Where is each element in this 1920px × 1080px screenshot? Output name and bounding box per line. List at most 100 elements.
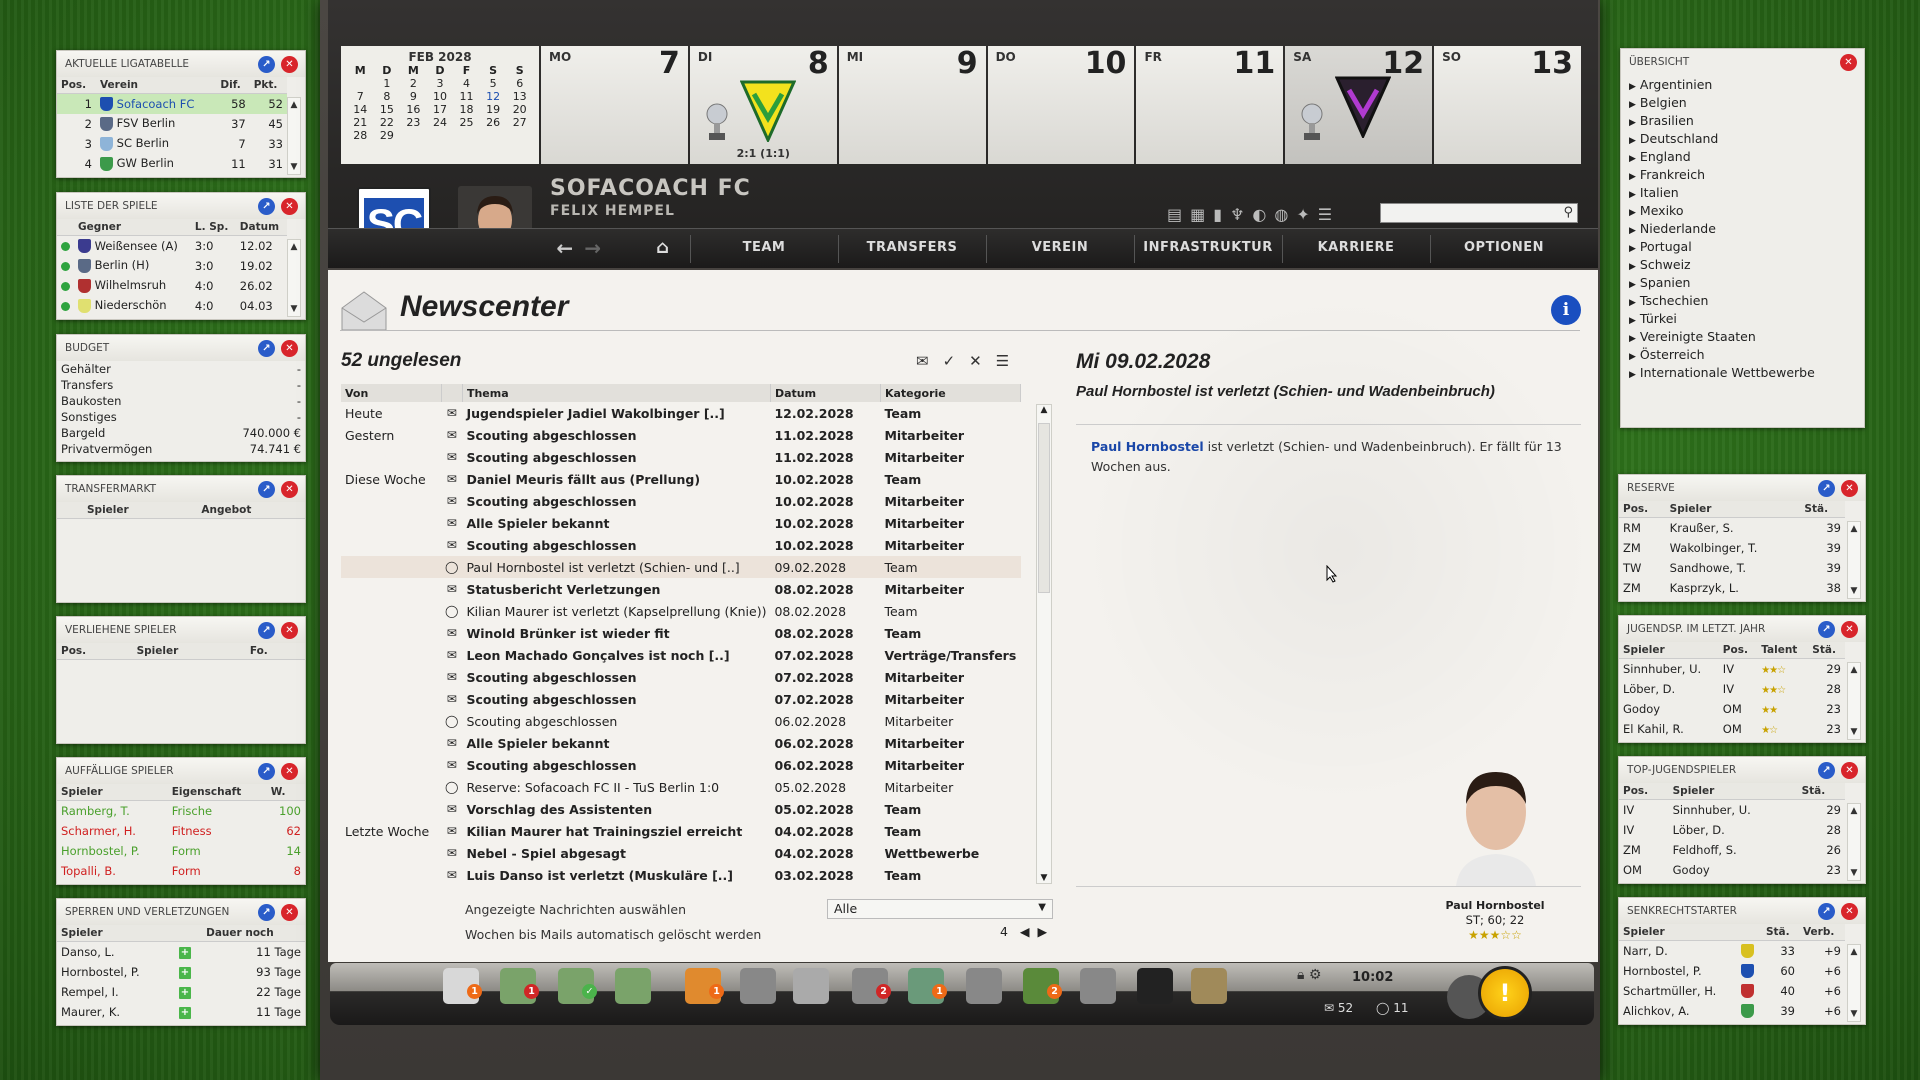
budget-row[interactable]: Bargeld 740.000 € xyxy=(57,425,305,441)
pin-icon[interactable]: ↗ xyxy=(258,56,275,73)
game-row[interactable]: Weißensee (A) 3:0 12.02 xyxy=(57,236,287,256)
close-icon[interactable]: ✕ xyxy=(1841,480,1858,497)
database-icon[interactable]: ☰ xyxy=(1318,205,1332,224)
pin-icon[interactable]: ↗ xyxy=(258,340,275,357)
calendar-date[interactable]: 11 xyxy=(453,90,480,103)
filter-select[interactable]: Alle ▼ xyxy=(827,899,1053,919)
calendar-date[interactable]: 13 xyxy=(506,90,533,103)
calendar-date[interactable]: 6 xyxy=(506,77,533,90)
player-portrait[interactable] xyxy=(1452,760,1540,886)
nav-verein[interactable]: VEREIN xyxy=(986,229,1134,269)
close-icon[interactable]: ✕ xyxy=(1841,762,1858,779)
back-arrow-icon[interactable]: ← xyxy=(550,229,580,269)
budget-row[interactable]: Sonstiges - xyxy=(57,409,305,425)
mark-all-read-icon[interactable]: ✓ xyxy=(943,352,956,370)
nav-karriere[interactable]: KARRIERE xyxy=(1282,229,1430,269)
calendar-date[interactable]: 28 xyxy=(347,129,374,142)
overview-item[interactable]: Deutschland xyxy=(1629,131,1856,149)
scrollbar[interactable]: ▲ ▼ xyxy=(287,97,301,175)
player-row[interactable]: Hornbostel, P. +93 Tage xyxy=(57,962,305,982)
day-monday[interactable]: MO 7 xyxy=(541,46,688,164)
news-row[interactable]: ✉ Alle Spieler bekannt 10.02.2028 Mitarbeit… xyxy=(341,512,1021,534)
overview-item[interactable]: Österreich xyxy=(1629,347,1856,365)
news-row[interactable]: ✉ Vorschlag des Assistenten 05.02.2028 Team xyxy=(341,798,1021,820)
calendar-date[interactable]: 17 xyxy=(427,103,454,116)
calendar-date[interactable]: 19 xyxy=(480,103,507,116)
mini-calendar[interactable]: FEB 2028 M D M D F S S 1 2 3 4 5 6 7 8 9 10 11 12 13 14 15 16 1… xyxy=(341,46,539,164)
news-row[interactable]: Diese Woche ✉ Daniel Meuris fällt aus (Pre… xyxy=(341,468,1021,490)
game-row[interactable]: Niederschön 4:0 04.03 xyxy=(57,296,287,316)
weeks-stepper[interactable]: 4 ◀ ▶ xyxy=(1000,924,1047,939)
news-row[interactable]: ✉ Statusbericht Verletzungen 08.02.2028 Mit… xyxy=(341,578,1021,600)
player-row[interactable]: Maurer, K. +11 Tage xyxy=(57,1002,305,1022)
pin-icon[interactable]: ↗ xyxy=(258,622,275,639)
news-icon[interactable]: ▤ xyxy=(1167,205,1182,224)
calendar-date[interactable]: 7 xyxy=(347,90,374,103)
calendar-date[interactable]: 23 xyxy=(400,116,427,129)
player-row[interactable]: RM Kraußer, S. 39 xyxy=(1619,518,1845,538)
player-row[interactable]: ZM Wakolbinger, T. 39 xyxy=(1619,538,1845,558)
news-row[interactable]: ◯ Paul Hornbostel ist verletzt (Schien- u… xyxy=(341,556,1021,578)
player-row[interactable]: Ramberg, T. Frische 100 xyxy=(57,801,305,821)
calendar-date[interactable]: 22 xyxy=(374,116,401,129)
budget-row[interactable]: Baukosten - xyxy=(57,393,305,409)
calendar-date[interactable]: 2 xyxy=(400,77,427,90)
day-sunday[interactable]: SO 13 xyxy=(1434,46,1582,164)
news-row[interactable]: ✉ Luis Danso ist verletzt (Muskuläre [..]… xyxy=(341,864,1021,884)
player-row[interactable]: Narr, D. 33 +9 xyxy=(1619,941,1845,961)
news-row[interactable]: ✉ Alle Spieler bekannt 06.02.2028 Mitarbeit… xyxy=(341,732,1021,754)
close-icon[interactable]: ✕ xyxy=(281,622,298,639)
calendar-date[interactable]: 14 xyxy=(347,103,374,116)
calendar-date[interactable]: 18 xyxy=(453,103,480,116)
calendar-date[interactable]: 4 xyxy=(453,77,480,90)
pin-icon[interactable]: ↗ xyxy=(258,763,275,780)
pin-icon[interactable]: ↗ xyxy=(1818,903,1835,920)
calendar-date[interactable]: 10 xyxy=(427,90,454,103)
table-row[interactable]: 4 GW Berlin 11 31 xyxy=(57,154,287,174)
overview-item[interactable]: Brasilien xyxy=(1629,113,1856,131)
globe-icon[interactable]: ◍ xyxy=(1274,205,1288,224)
calendar-date[interactable]: 1 xyxy=(374,77,401,90)
overview-item[interactable]: Niederlande xyxy=(1629,221,1856,239)
dock-shortcut-icon[interactable] xyxy=(1137,968,1173,1004)
calendar-date[interactable]: 29 xyxy=(374,129,401,142)
overview-item[interactable]: Internationale Wettbewerbe xyxy=(1629,365,1856,383)
player-row[interactable]: Rempel, I. +22 Tage xyxy=(57,982,305,1002)
col-category[interactable]: Kategorie xyxy=(880,384,1022,402)
calendar-date[interactable]: 16 xyxy=(400,103,427,116)
player-row[interactable]: Topalli, B. Form 8 xyxy=(57,861,305,881)
calendar-date[interactable]: 8 xyxy=(374,90,401,103)
player-row[interactable]: Sinnhuber, U. IV ★★☆ 29 xyxy=(1619,659,1845,679)
player-row[interactable]: Hornbostel, P. Form 14 xyxy=(57,841,305,861)
close-icon[interactable]: ✕ xyxy=(281,198,298,215)
player-row[interactable]: Hornbostel, P. 60 +6 xyxy=(1619,961,1845,981)
player-row[interactable]: Schartmüller, H. 40 +6 xyxy=(1619,981,1845,1001)
stats-icon[interactable]: ▮ xyxy=(1213,205,1222,224)
trophy-icon[interactable]: ♆ xyxy=(1230,205,1244,224)
news-scrollbar[interactable]: ▲ ▼ xyxy=(1036,404,1052,884)
scrollbar[interactable]: ▲ ▼ xyxy=(1847,803,1861,881)
overview-item[interactable]: Türkei xyxy=(1629,311,1856,329)
delete-all-icon[interactable]: ☰ xyxy=(996,352,1009,370)
news-row[interactable]: ✉ Leon Machado Gonçalves ist noch [..] 07.… xyxy=(341,644,1021,666)
pin-icon[interactable]: ↗ xyxy=(1818,762,1835,779)
overview-item[interactable]: Spanien xyxy=(1629,275,1856,293)
close-icon[interactable]: ✕ xyxy=(281,763,298,780)
increment-icon[interactable]: ▶ xyxy=(1037,924,1047,939)
day-tuesday[interactable]: DI 8 2:1 (1:1) xyxy=(689,46,837,164)
news-row[interactable]: ✉ Winold Brünker ist wieder fit 08.02.2028… xyxy=(341,622,1021,644)
news-row[interactable]: ✉ Scouting abgeschlossen 06.02.2028 Mitarbe… xyxy=(341,754,1021,776)
player-row[interactable]: ZM Feldhoff, S. 26 xyxy=(1619,840,1845,860)
day-friday[interactable]: FR 11 xyxy=(1136,46,1284,164)
overview-item[interactable]: Schweiz xyxy=(1629,257,1856,275)
player-row[interactable]: Alichkov, A. 39 +6 xyxy=(1619,1001,1845,1021)
table-row[interactable]: 1 Sofacoach FC 58 52 xyxy=(57,93,287,114)
continue-button[interactable]: ! xyxy=(1478,966,1532,1020)
calendar-icon[interactable]: ▦ xyxy=(1190,205,1205,224)
player-row[interactable]: IV Sinnhuber, U. 29 xyxy=(1619,800,1845,820)
overview-item[interactable]: Vereinigte Staaten xyxy=(1629,329,1856,347)
calendar-date[interactable]: 26 xyxy=(480,116,507,129)
table-row[interactable]: 2 FSV Berlin 37 45 xyxy=(57,114,287,134)
game-row[interactable]: Berlin (H) 3:0 19.02 xyxy=(57,256,287,276)
pin-icon[interactable]: ↗ xyxy=(258,198,275,215)
